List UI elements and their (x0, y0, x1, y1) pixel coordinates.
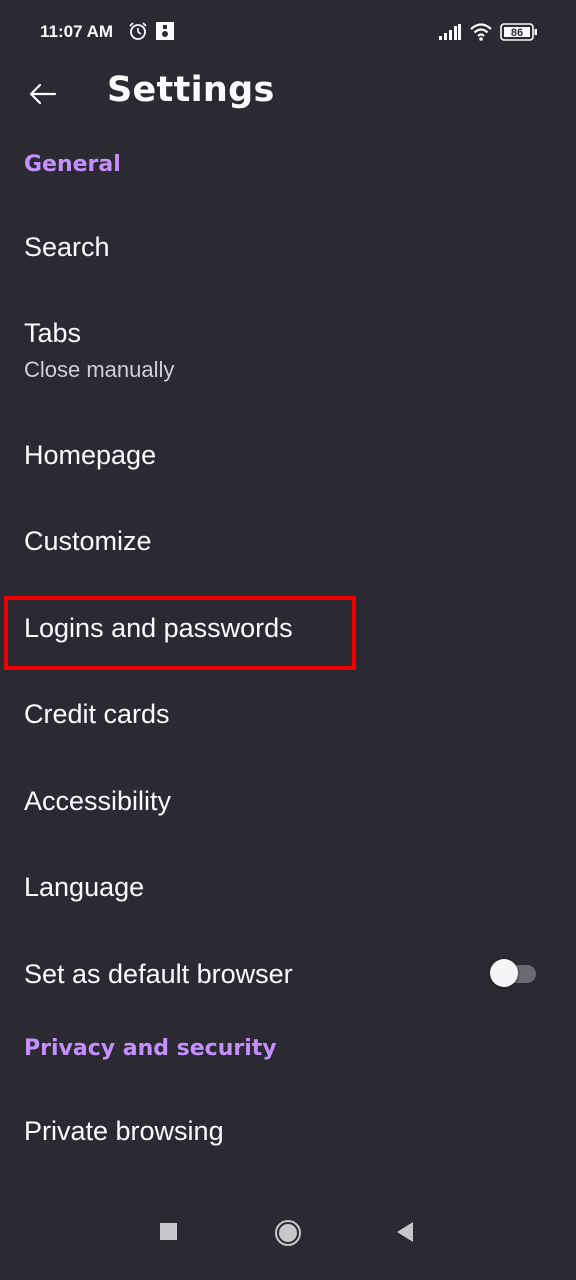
toggle-knob (490, 959, 518, 987)
section-header-privacy: Privacy and security (24, 1036, 277, 1061)
item-label: Search (24, 232, 110, 262)
settings-item-private-browsing[interactable]: Private browsing (0, 1092, 576, 1172)
app-bar: Settings (0, 62, 576, 132)
settings-item-tabs[interactable]: Tabs Close manually (0, 298, 576, 398)
item-label: Set as default browser (24, 959, 293, 989)
system-nav-bar (0, 1205, 576, 1280)
status-time: 11:07 AM (40, 22, 114, 41)
home-icon (275, 1220, 301, 1246)
back-icon (397, 1222, 413, 1242)
status-bar: 11:07 AM 86 (0, 0, 576, 62)
arrow-left-icon (29, 83, 57, 105)
recents-button[interactable] (160, 1223, 178, 1246)
item-label: Language (24, 872, 145, 902)
alarm-icon (128, 21, 148, 46)
back-nav-button[interactable] (396, 1221, 414, 1248)
signal-icon (439, 24, 461, 45)
settings-item-accessibility[interactable]: Accessibility (0, 762, 576, 842)
item-label: Homepage (24, 440, 157, 470)
item-label: Accessibility (24, 786, 172, 816)
wifi-icon (469, 22, 493, 47)
settings-item-homepage[interactable]: Homepage (0, 416, 576, 496)
page-title: Settings (107, 70, 275, 110)
settings-list: General Search Tabs Close manually Homep… (0, 132, 576, 1210)
home-button[interactable] (274, 1219, 302, 1252)
recents-icon (160, 1223, 177, 1240)
item-subtitle: Close manually (24, 357, 175, 382)
item-label: Customize (24, 526, 152, 556)
item-label: Tabs (24, 318, 82, 348)
section-header-general: General (24, 152, 121, 177)
notification-icon (156, 22, 174, 45)
settings-item-search[interactable]: Search (0, 208, 576, 288)
battery-icon: 86 (500, 23, 538, 46)
back-button[interactable] (20, 72, 64, 116)
item-label: Credit cards (24, 699, 170, 729)
item-label: Private browsing (24, 1116, 224, 1146)
settings-item-customize[interactable]: Customize (0, 502, 576, 582)
settings-item-credit-cards[interactable]: Credit cards (0, 675, 576, 755)
battery-level: 86 (511, 27, 523, 39)
highlight-box (4, 596, 356, 670)
settings-item-default-browser[interactable]: Set as default browser (0, 935, 576, 1015)
settings-item-language[interactable]: Language (0, 848, 576, 928)
default-browser-toggle[interactable] (490, 959, 536, 987)
